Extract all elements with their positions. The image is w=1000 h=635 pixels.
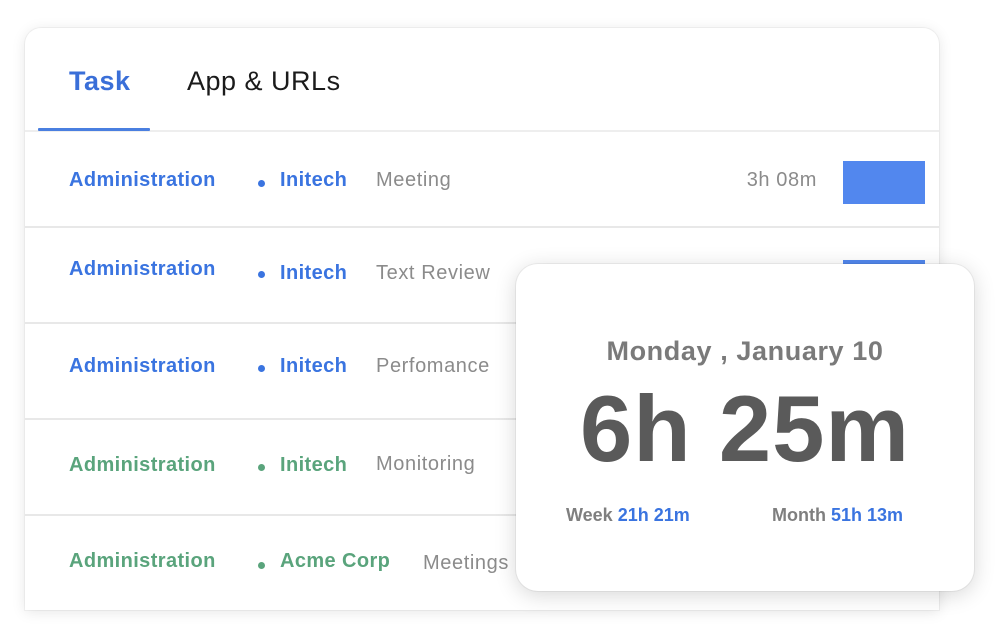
tab-task[interactable]: Task: [69, 66, 131, 97]
task-name: Perfomance: [376, 355, 490, 377]
client-dot-icon: [258, 271, 265, 278]
project-name: Administration: [69, 355, 216, 377]
client-dot-icon: [258, 562, 265, 569]
project-name: Administration: [69, 258, 216, 280]
client-name: Initech: [280, 454, 348, 476]
client-name: Acme Corp: [280, 550, 391, 572]
task-name: Meetings: [423, 552, 509, 574]
month-label: Month: [772, 505, 826, 525]
daily-total-time: 6h 25m: [580, 376, 910, 481]
client-name: Initech: [280, 355, 348, 377]
summary-date: Monday , January 10: [606, 336, 884, 366]
project-name: Administration: [69, 169, 216, 191]
month-stat: Month 51h 13m: [772, 505, 903, 526]
project-name: Administration: [69, 550, 216, 572]
client-dot-icon: [258, 180, 265, 187]
month-value: 51h 13m: [831, 505, 904, 525]
tab-bar: Task App & URLs: [25, 28, 939, 132]
week-label: Week: [566, 505, 613, 525]
duration-bar: [843, 161, 925, 204]
tab-app-urls[interactable]: App & URLs: [187, 66, 341, 97]
client-dot-icon: [258, 365, 265, 372]
active-tab-indicator: [38, 128, 150, 131]
task-name: Text Review: [376, 262, 491, 284]
week-value: 21h 21m: [617, 505, 690, 525]
daily-summary-card: Monday , January 10 6h 25m Week 21h 21m …: [516, 264, 974, 591]
client-name: Initech: [280, 169, 348, 191]
task-row[interactable]: Administration Initech Meeting 3h 08m: [25, 132, 939, 228]
task-name: Monitoring: [376, 453, 476, 475]
project-name: Administration: [69, 454, 216, 476]
week-stat: Week 21h 21m: [566, 505, 690, 526]
client-name: Initech: [280, 262, 348, 284]
task-duration: 3h 08m: [746, 169, 817, 191]
client-dot-icon: [258, 464, 265, 471]
task-name: Meeting: [376, 169, 452, 191]
